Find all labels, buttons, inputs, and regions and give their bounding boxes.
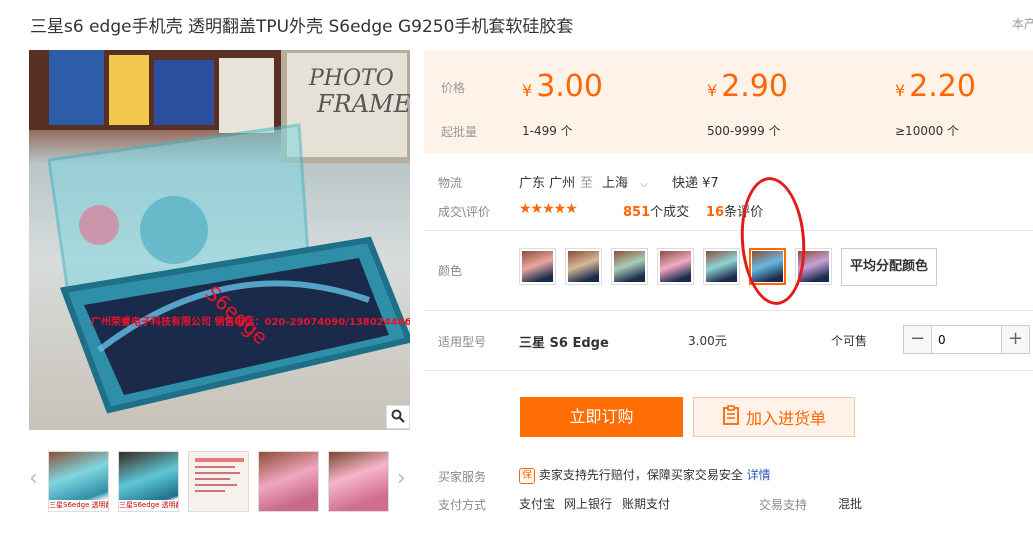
logistics-label: 物流 xyxy=(438,176,463,190)
color-swatch[interactable] xyxy=(565,248,602,285)
details-link[interactable]: 详情 xyxy=(747,468,771,482)
shipping-fee: 快递 ¥7 xyxy=(672,176,719,191)
main-product-image[interactable]: PHOTO FRAME S6edge 广州荣睿电子科技有限公司 销售电话：020… xyxy=(29,50,410,430)
trade-label: 成交\评价 xyxy=(438,205,491,219)
qty-tier-1: 1-499 个 xyxy=(522,124,573,138)
chevron-down-icon: ⌵ xyxy=(640,179,648,190)
red-circle-annotation xyxy=(736,174,810,308)
add-to-list-label: 加入进货单 xyxy=(745,409,826,428)
phone-case-illustration: PHOTO FRAME S6edge xyxy=(29,50,410,414)
add-to-list-button[interactable]: 加入进货单 xyxy=(693,397,855,437)
swatch-thumbnail xyxy=(706,251,737,282)
color-swatch[interactable] xyxy=(519,248,556,285)
rating-stars: ★★★★★ xyxy=(519,201,578,217)
color-swatch[interactable] xyxy=(703,248,740,285)
trade-support-value: 混批 xyxy=(838,497,863,511)
buyer-service-label: 买家服务 xyxy=(438,470,487,484)
product-title: 三星s6 edge手机壳 透明翻盖TPU外壳 S6edge G9250手机套软硅… xyxy=(30,17,574,37)
swatch-thumbnail xyxy=(568,251,599,282)
divider xyxy=(424,310,1033,311)
zoom-button[interactable] xyxy=(386,405,410,429)
thumb-prev-arrow-icon[interactable]: ‹ xyxy=(29,466,38,491)
quantity-stepper: − + xyxy=(903,325,1030,354)
plus-icon[interactable]: + xyxy=(1002,326,1029,353)
model-stock: 个可售 xyxy=(831,334,868,348)
color-swatch[interactable] xyxy=(611,248,648,285)
clipboard-icon xyxy=(722,405,740,429)
ship-from: 广东 广州 xyxy=(519,176,576,191)
buy-now-button[interactable]: 立即订购 xyxy=(520,397,683,437)
price-tier-2: ¥2.90 xyxy=(707,69,788,104)
payment-label: 支付方式 xyxy=(438,498,487,512)
thumbnail-1[interactable]: 三星S6edge 透明翻盖 xyxy=(48,451,109,512)
trade-support-label: 交易支持 xyxy=(759,498,808,512)
ship-to-select[interactable]: 上海 ⌵ xyxy=(602,172,648,191)
thumbnail-2[interactable]: 三星S6edge 透明翻盖 xyxy=(118,451,179,512)
minus-icon[interactable]: − xyxy=(904,326,931,353)
frame-text-2: FRAME xyxy=(316,90,410,118)
price-label: 价格 xyxy=(441,81,466,95)
swatch-thumbnail xyxy=(522,251,553,282)
watermark-text: 广州荣睿电子科技有限公司 销售电话：020-29074090/138024466… xyxy=(91,317,410,328)
buyer-service-text: 保 卖家支持先行赔付，保障买家交易安全 详情 xyxy=(519,466,771,484)
model-price: 3.00元 xyxy=(688,334,727,348)
qty-tier-2: 500-9999 个 xyxy=(707,124,781,138)
top-right-label: 本产 xyxy=(1012,17,1033,31)
qty-tier-3: ≥10000 个 xyxy=(895,124,960,138)
model-name: 三星 S6 Edge xyxy=(519,336,609,351)
magnifier-icon xyxy=(391,408,405,427)
swatch-thumbnail xyxy=(614,251,645,282)
thumbnail-5[interactable] xyxy=(328,451,389,512)
thumbnail-4[interactable] xyxy=(258,451,319,512)
ship-to-word: 至 xyxy=(580,176,594,191)
color-label: 颜色 xyxy=(438,264,463,278)
even-color-button[interactable]: 平均分配颜色 xyxy=(841,248,938,286)
quantity-input[interactable] xyxy=(931,326,1002,353)
thumbnail-strip: 三星S6edge 透明翻盖 三星S6edge 透明翻盖 xyxy=(48,451,389,512)
price-box: 价格 起批量 ¥3.00 ¥2.90 ¥2.20 1-499 个 500-999… xyxy=(424,50,1033,153)
thumbnail-caption: 三星S6edge 透明翻盖 xyxy=(119,500,178,511)
frame-text-1: PHOTO xyxy=(308,66,394,91)
divider xyxy=(424,230,1033,231)
pay-method-2: 网上银行 xyxy=(564,497,613,511)
moq-label: 起批量 xyxy=(441,125,478,139)
divider xyxy=(424,370,1033,371)
pay-method-3: 账期支付 xyxy=(622,497,671,511)
guarantee-shield-icon: 保 xyxy=(519,467,535,484)
price-tier-1: ¥3.00 xyxy=(522,69,603,104)
deals-count[interactable]: 851个成交 xyxy=(623,201,689,220)
thumbnail-caption: 三星S6edge 透明翻盖 xyxy=(49,500,108,511)
price-tier-3: ¥2.20 xyxy=(895,69,976,104)
thumb-next-arrow-icon[interactable]: › xyxy=(397,466,406,491)
model-label: 适用型号 xyxy=(438,335,487,349)
pay-method-1: 支付宝 xyxy=(519,497,556,511)
thumbnail-3[interactable] xyxy=(188,451,249,512)
color-swatch[interactable] xyxy=(657,248,694,285)
swatch-thumbnail xyxy=(660,251,691,282)
